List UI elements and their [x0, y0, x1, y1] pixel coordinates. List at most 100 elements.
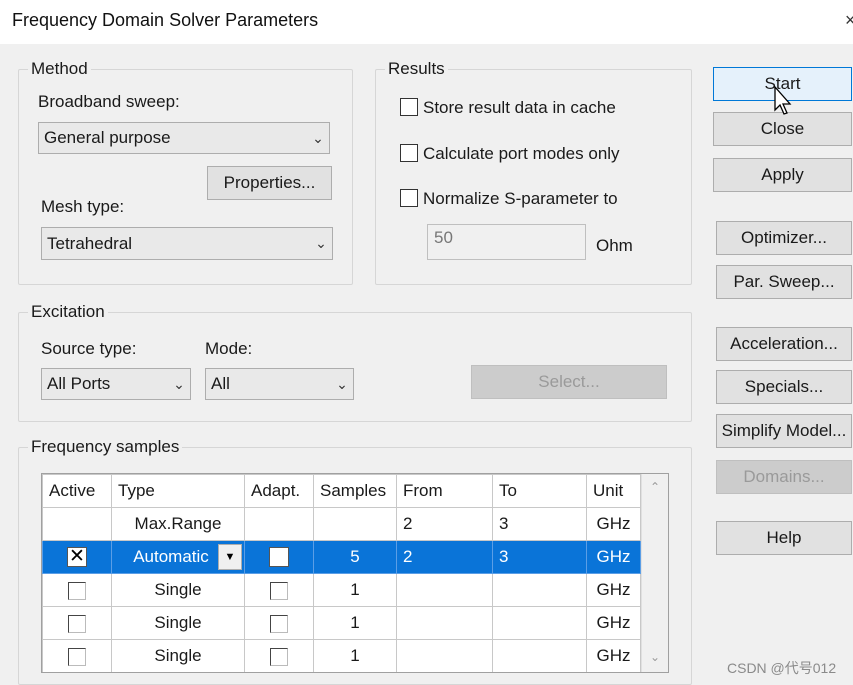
type-value: Automatic [133, 547, 209, 566]
cell-adapt [244, 507, 314, 541]
adapt-checkbox[interactable] [270, 581, 288, 600]
mesh-type-label: Mesh type: [41, 197, 125, 216]
cell-from[interactable]: 2 [396, 540, 493, 574]
specials-button[interactable]: Specials... [716, 370, 852, 404]
cell-unit[interactable]: GHz [586, 573, 641, 607]
source-type-value: All Ports [47, 374, 111, 393]
table-row[interactable]: ✕ Automatic ▼ 5 2 3 GHz [42, 540, 641, 574]
cell-from[interactable] [396, 573, 493, 607]
cell-active[interactable] [42, 573, 112, 607]
cell-unit[interactable]: GHz [586, 639, 641, 672]
mode-label: Mode: [205, 339, 253, 358]
normalize-label: Normalize S-parameter to [423, 189, 618, 208]
cell-type[interactable]: Single [111, 573, 245, 607]
column-header-unit[interactable]: Unit [586, 474, 641, 508]
column-header-from[interactable]: From [396, 474, 493, 508]
excitation-legend: Excitation [28, 302, 108, 322]
cell-samples [313, 507, 397, 541]
mesh-type-select[interactable]: Tetrahedral ⌄ [41, 227, 333, 260]
cell-adapt[interactable] [244, 606, 314, 640]
broadband-sweep-label: Broadband sweep: [38, 92, 180, 111]
cell-active[interactable] [42, 606, 112, 640]
cell-type: Max.Range [111, 507, 245, 541]
cell-samples[interactable]: 1 [313, 606, 397, 640]
cell-unit: GHz [586, 507, 641, 541]
cell-samples[interactable]: 5 [313, 540, 397, 574]
cell-unit[interactable]: GHz [586, 540, 641, 574]
cell-to[interactable] [492, 639, 587, 672]
results-legend: Results [385, 59, 448, 79]
active-checkbox[interactable] [68, 614, 86, 633]
port-modes-checkbox[interactable] [400, 144, 418, 162]
table-scrollbar[interactable]: ⌃ ⌄ [641, 474, 668, 672]
ohm-unit-label: Ohm [596, 236, 633, 255]
domains-button[interactable]: Domains... [716, 460, 852, 494]
source-type-select[interactable]: All Ports ⌄ [41, 368, 191, 400]
cell-from[interactable] [396, 639, 493, 672]
par-sweep-button[interactable]: Par. Sweep... [716, 265, 852, 299]
close-button[interactable]: Close [713, 112, 852, 146]
watermark: CSDN @代号012 [727, 660, 837, 676]
cell-samples[interactable]: 1 [313, 639, 397, 672]
close-icon[interactable]: × [845, 10, 853, 31]
chevron-down-icon: ⌄ [173, 375, 185, 392]
cell-to[interactable] [492, 606, 587, 640]
cell-type[interactable]: Automatic ▼ [111, 540, 245, 574]
column-header-samples[interactable]: Samples [313, 474, 397, 508]
store-cache-label: Store result data in cache [423, 98, 616, 117]
active-checkbox-checked[interactable]: ✕ [67, 546, 87, 568]
adapt-checkbox[interactable] [270, 614, 288, 633]
frequency-samples-legend: Frequency samples [28, 437, 183, 457]
mode-select[interactable]: All ⌄ [205, 368, 354, 400]
cell-unit[interactable]: GHz [586, 606, 641, 640]
optimizer-button[interactable]: Optimizer... [716, 221, 852, 255]
frequency-grid: Active Type Adapt. Samples From To Unit … [42, 474, 641, 672]
cell-to[interactable] [492, 573, 587, 607]
cell-to[interactable]: 3 [492, 507, 587, 541]
chevron-down-icon[interactable]: ⌄ [650, 650, 660, 664]
normalize-impedance-input[interactable]: 50 [427, 224, 586, 260]
dropdown-arrow-icon[interactable]: ▼ [218, 544, 242, 570]
table-row[interactable]: Single 1 GHz [42, 573, 641, 607]
cell-active[interactable]: ✕ [42, 540, 112, 574]
help-button[interactable]: Help [716, 521, 852, 555]
store-cache-checkbox[interactable] [400, 98, 418, 116]
mouse-cursor-icon [774, 86, 792, 115]
cell-type[interactable]: Single [111, 606, 245, 640]
column-header-active[interactable]: Active [42, 474, 112, 508]
cell-type[interactable]: Single [111, 639, 245, 672]
properties-button[interactable]: Properties... [207, 166, 332, 200]
select-ports-button[interactable]: Select... [471, 365, 667, 399]
chevron-up-icon[interactable]: ⌃ [650, 480, 660, 494]
normalize-checkbox[interactable] [400, 189, 418, 207]
apply-button[interactable]: Apply [713, 158, 852, 192]
adapt-checkbox[interactable] [269, 547, 289, 568]
cell-to[interactable]: 3 [492, 540, 587, 574]
mesh-type-value: Tetrahedral [47, 233, 133, 253]
table-row[interactable]: Single 1 GHz [42, 639, 641, 672]
cell-samples[interactable]: 1 [313, 573, 397, 607]
active-checkbox[interactable] [68, 647, 86, 666]
chevron-down-icon: ⌄ [336, 375, 348, 392]
mode-value: All [211, 374, 230, 393]
active-checkbox[interactable] [68, 581, 86, 600]
cell-from[interactable] [396, 606, 493, 640]
broadband-sweep-select[interactable]: General purpose ⌄ [38, 122, 330, 154]
chevron-down-icon: ⌄ [315, 235, 327, 251]
cell-from[interactable]: 2 [396, 507, 493, 541]
acceleration-button[interactable]: Acceleration... [716, 327, 852, 361]
simplify-model-button[interactable]: Simplify Model... [716, 414, 852, 448]
table-row-max-range: Max.Range 2 3 GHz [42, 507, 641, 541]
column-header-adapt[interactable]: Adapt. [244, 474, 314, 508]
broadband-sweep-value: General purpose [44, 128, 171, 147]
cell-adapt[interactable] [244, 573, 314, 607]
cell-active[interactable] [42, 639, 112, 672]
column-header-type[interactable]: Type [111, 474, 245, 508]
adapt-checkbox[interactable] [270, 647, 288, 666]
table-row[interactable]: Single 1 GHz [42, 606, 641, 640]
cell-adapt[interactable] [244, 540, 314, 574]
cell-adapt[interactable] [244, 639, 314, 672]
column-header-to[interactable]: To [492, 474, 587, 508]
port-modes-label: Calculate port modes only [423, 144, 620, 163]
method-legend: Method [28, 59, 91, 79]
